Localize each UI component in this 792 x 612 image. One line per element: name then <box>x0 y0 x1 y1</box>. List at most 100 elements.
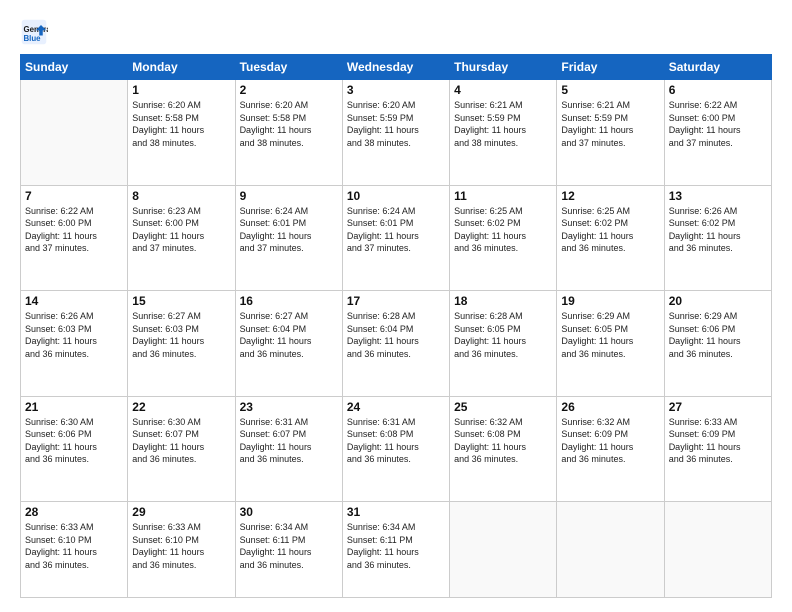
calendar-cell: 16 Sunrise: 6:27 AM Sunset: 6:04 PM Dayli… <box>235 291 342 397</box>
day-info: Sunrise: 6:33 AM Sunset: 6:10 PM Dayligh… <box>132 521 230 571</box>
day-info: Sunrise: 6:24 AM Sunset: 6:01 PM Dayligh… <box>347 205 445 255</box>
calendar-cell: 14Sunrise: 6:26 AM Sunset: 6:03 PM Dayli… <box>21 291 128 397</box>
day-info: Sunrise: 6:20 AM Sunset: 5:58 PM Dayligh… <box>132 99 230 149</box>
day-number: 10 <box>347 189 445 203</box>
calendar-cell: 25 Sunrise: 6:32 AM Sunset: 6:08 PM Dayli… <box>450 396 557 502</box>
day-header-thursday: Thursday <box>450 55 557 80</box>
calendar-cell: 29 Sunrise: 6:33 AM Sunset: 6:10 PM Dayli… <box>128 502 235 598</box>
day-info: Sunrise: 6:34 AM Sunset: 6:11 PM Dayligh… <box>240 521 338 571</box>
header: General Blue <box>20 18 772 46</box>
calendar-cell: 19 Sunrise: 6:29 AM Sunset: 6:05 PM Dayli… <box>557 291 664 397</box>
calendar-cell: 13 Sunrise: 6:26 AM Sunset: 6:02 PM Dayli… <box>664 185 771 291</box>
calendar-cell: 1 Sunrise: 6:20 AM Sunset: 5:58 PM Daylig… <box>128 80 235 186</box>
day-header-sunday: Sunday <box>21 55 128 80</box>
calendar-cell: 23Sunrise: 6:31 AM Sunset: 6:07 PM Dayli… <box>235 396 342 502</box>
day-number: 25 <box>454 400 552 414</box>
calendar-cell: 17Sunrise: 6:28 AM Sunset: 6:04 PM Dayli… <box>342 291 449 397</box>
day-info: Sunrise: 6:21 AM Sunset: 5:59 PM Dayligh… <box>454 99 552 149</box>
day-number: 1 <box>132 83 230 97</box>
day-info: Sunrise: 6:27 AM Sunset: 6:04 PM Dayligh… <box>240 310 338 360</box>
calendar-cell: 24 Sunrise: 6:31 AM Sunset: 6:08 PM Dayli… <box>342 396 449 502</box>
calendar-week-4: 21 Sunrise: 6:30 AM Sunset: 6:06 PM Dayli… <box>21 396 772 502</box>
calendar-week-2: 7 Sunrise: 6:22 AM Sunset: 6:00 PM Daylig… <box>21 185 772 291</box>
day-number: 4 <box>454 83 552 97</box>
logo: General Blue <box>20 18 52 46</box>
day-number: 21 <box>25 400 123 414</box>
day-number: 17 <box>347 294 445 308</box>
calendar-cell: 3 Sunrise: 6:20 AM Sunset: 5:59 PM Daylig… <box>342 80 449 186</box>
day-number: 27 <box>669 400 767 414</box>
day-number: 13 <box>669 189 767 203</box>
day-info: Sunrise: 6:31 AM Sunset: 6:07 PM Dayligh… <box>240 416 338 466</box>
day-number: 29 <box>132 505 230 519</box>
day-number: 30 <box>240 505 338 519</box>
day-number: 16 <box>240 294 338 308</box>
calendar-cell: 15 Sunrise: 6:27 AM Sunset: 6:03 PM Dayli… <box>128 291 235 397</box>
calendar-cell <box>21 80 128 186</box>
calendar-cell: 31 Sunrise: 6:34 AM Sunset: 6:11 PM Dayli… <box>342 502 449 598</box>
calendar-cell: 6 Sunrise: 6:22 AM Sunset: 6:00 PM Daylig… <box>664 80 771 186</box>
day-info: Sunrise: 6:29 AM Sunset: 6:05 PM Dayligh… <box>561 310 659 360</box>
day-number: 7 <box>25 189 123 203</box>
day-number: 6 <box>669 83 767 97</box>
page: General Blue SundayMondayTuesdayWednesda… <box>0 0 792 612</box>
day-info: Sunrise: 6:26 AM Sunset: 6:03 PM Dayligh… <box>25 310 123 360</box>
day-header-wednesday: Wednesday <box>342 55 449 80</box>
day-number: 5 <box>561 83 659 97</box>
day-info: Sunrise: 6:33 AM Sunset: 6:10 PM Dayligh… <box>25 521 123 571</box>
day-number: 18 <box>454 294 552 308</box>
calendar-cell: 4 Sunrise: 6:21 AM Sunset: 5:59 PM Daylig… <box>450 80 557 186</box>
day-info: Sunrise: 6:28 AM Sunset: 6:05 PM Dayligh… <box>454 310 552 360</box>
day-info: Sunrise: 6:20 AM Sunset: 5:58 PM Dayligh… <box>240 99 338 149</box>
logo-icon: General Blue <box>20 18 48 46</box>
day-number: 8 <box>132 189 230 203</box>
day-header-tuesday: Tuesday <box>235 55 342 80</box>
day-info: Sunrise: 6:33 AM Sunset: 6:09 PM Dayligh… <box>669 416 767 466</box>
day-info: Sunrise: 6:25 AM Sunset: 6:02 PM Dayligh… <box>561 205 659 255</box>
day-info: Sunrise: 6:30 AM Sunset: 6:06 PM Dayligh… <box>25 416 123 466</box>
calendar-header-row: SundayMondayTuesdayWednesdayThursdayFrid… <box>21 55 772 80</box>
day-info: Sunrise: 6:32 AM Sunset: 6:09 PM Dayligh… <box>561 416 659 466</box>
day-info: Sunrise: 6:27 AM Sunset: 6:03 PM Dayligh… <box>132 310 230 360</box>
calendar-cell <box>450 502 557 598</box>
calendar-week-3: 14Sunrise: 6:26 AM Sunset: 6:03 PM Dayli… <box>21 291 772 397</box>
day-number: 2 <box>240 83 338 97</box>
day-info: Sunrise: 6:34 AM Sunset: 6:11 PM Dayligh… <box>347 521 445 571</box>
day-info: Sunrise: 6:26 AM Sunset: 6:02 PM Dayligh… <box>669 205 767 255</box>
calendar-cell: 30 Sunrise: 6:34 AM Sunset: 6:11 PM Dayli… <box>235 502 342 598</box>
day-info: Sunrise: 6:22 AM Sunset: 6:00 PM Dayligh… <box>669 99 767 149</box>
day-number: 3 <box>347 83 445 97</box>
day-info: Sunrise: 6:21 AM Sunset: 5:59 PM Dayligh… <box>561 99 659 149</box>
day-header-saturday: Saturday <box>664 55 771 80</box>
day-number: 15 <box>132 294 230 308</box>
day-header-friday: Friday <box>557 55 664 80</box>
calendar-cell: 9 Sunrise: 6:24 AM Sunset: 6:01 PM Daylig… <box>235 185 342 291</box>
day-info: Sunrise: 6:22 AM Sunset: 6:00 PM Dayligh… <box>25 205 123 255</box>
calendar-week-5: 28Sunrise: 6:33 AM Sunset: 6:10 PM Dayli… <box>21 502 772 598</box>
day-number: 9 <box>240 189 338 203</box>
calendar-cell: 18 Sunrise: 6:28 AM Sunset: 6:05 PM Dayli… <box>450 291 557 397</box>
day-info: Sunrise: 6:29 AM Sunset: 6:06 PM Dayligh… <box>669 310 767 360</box>
day-info: Sunrise: 6:20 AM Sunset: 5:59 PM Dayligh… <box>347 99 445 149</box>
calendar-cell: 11 Sunrise: 6:25 AM Sunset: 6:02 PM Dayli… <box>450 185 557 291</box>
day-number: 22 <box>132 400 230 414</box>
calendar-cell: 26Sunrise: 6:32 AM Sunset: 6:09 PM Dayli… <box>557 396 664 502</box>
day-info: Sunrise: 6:25 AM Sunset: 6:02 PM Dayligh… <box>454 205 552 255</box>
calendar-cell: 8 Sunrise: 6:23 AM Sunset: 6:00 PM Daylig… <box>128 185 235 291</box>
calendar-cell: 28Sunrise: 6:33 AM Sunset: 6:10 PM Dayli… <box>21 502 128 598</box>
calendar-cell: 22Sunrise: 6:30 AM Sunset: 6:07 PM Dayli… <box>128 396 235 502</box>
calendar-cell <box>557 502 664 598</box>
day-number: 24 <box>347 400 445 414</box>
calendar-table: SundayMondayTuesdayWednesdayThursdayFrid… <box>20 54 772 598</box>
day-info: Sunrise: 6:24 AM Sunset: 6:01 PM Dayligh… <box>240 205 338 255</box>
day-info: Sunrise: 6:31 AM Sunset: 6:08 PM Dayligh… <box>347 416 445 466</box>
day-number: 20 <box>669 294 767 308</box>
day-number: 19 <box>561 294 659 308</box>
day-number: 11 <box>454 189 552 203</box>
calendar-cell: 21 Sunrise: 6:30 AM Sunset: 6:06 PM Dayli… <box>21 396 128 502</box>
day-info: Sunrise: 6:23 AM Sunset: 6:00 PM Dayligh… <box>132 205 230 255</box>
day-number: 31 <box>347 505 445 519</box>
calendar-cell: 10 Sunrise: 6:24 AM Sunset: 6:01 PM Dayli… <box>342 185 449 291</box>
day-info: Sunrise: 6:32 AM Sunset: 6:08 PM Dayligh… <box>454 416 552 466</box>
calendar-cell: 7 Sunrise: 6:22 AM Sunset: 6:00 PM Daylig… <box>21 185 128 291</box>
